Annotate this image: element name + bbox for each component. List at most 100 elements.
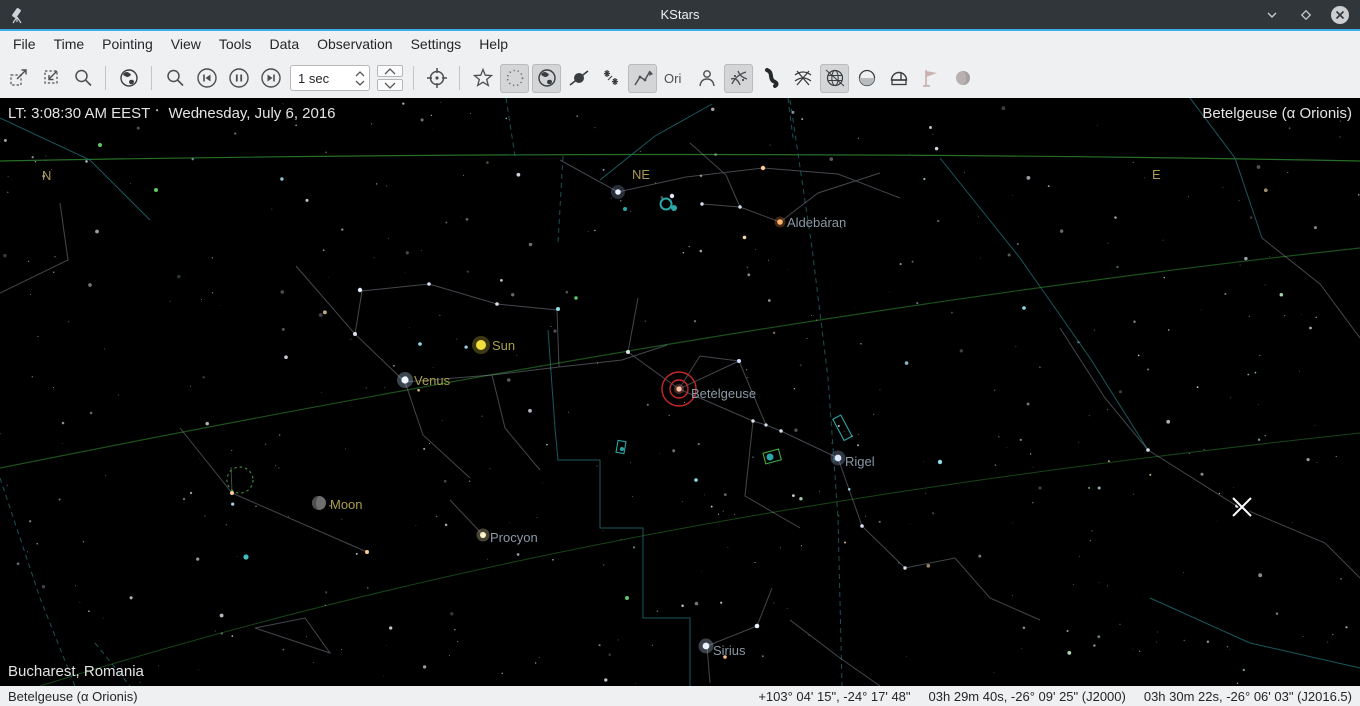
toggle-stars-button[interactable] (468, 64, 497, 93)
time-step-input[interactable] (291, 70, 343, 87)
menu-settings[interactable]: Settings (402, 31, 471, 58)
toggle-constellation-boundaries-button[interactable] (724, 64, 753, 93)
person-figure-icon (696, 67, 718, 89)
toggle-equatorial-grid-button[interactable] (788, 64, 817, 93)
location-info-box[interactable]: Bucharest, Romania (8, 663, 144, 680)
moon-label[interactable]: Moon (330, 497, 363, 512)
compass-label-e: E (1152, 167, 1161, 182)
supernovae-icon (600, 67, 622, 89)
time-step-forward-button[interactable] (256, 64, 285, 93)
zoom-out-button[interactable] (36, 64, 65, 93)
procyon-label[interactable]: Procyon (490, 530, 538, 545)
sirius-label[interactable]: Sirius (713, 643, 746, 658)
statusbar: Betelgeuse (α Orionis) +103° 04' 15", -2… (0, 686, 1360, 706)
zoom-in-button[interactable] (4, 64, 33, 93)
menu-file[interactable]: File (4, 31, 45, 58)
minimize-button[interactable] (1262, 5, 1282, 25)
toggle-deep-sky-objects-button[interactable] (500, 64, 529, 93)
toggle-constellation-art-button[interactable] (692, 64, 721, 93)
deep-sky-object-markers (227, 199, 852, 494)
menu-observation[interactable]: Observation (308, 31, 401, 58)
toggle-planets-button[interactable] (564, 64, 593, 93)
toggle-constellation-names-button[interactable]: Ori (660, 64, 689, 93)
search-icon (164, 67, 186, 89)
nebula-marker (623, 207, 627, 211)
track-object-button[interactable] (422, 64, 451, 93)
sirius-marker[interactable] (699, 639, 714, 654)
menu-pointing[interactable]: Pointing (93, 31, 162, 58)
toggle-whats-interesting-button[interactable] (884, 64, 913, 93)
constellation-lines-icon (632, 67, 654, 89)
spin-down-icon[interactable] (355, 80, 365, 86)
time-info-box[interactable]: LT: 3:08:30 AM EEST Wednesday, July 6, 2… (8, 105, 336, 122)
menu-help[interactable]: Help (470, 31, 517, 58)
status-j2000-coords: 03h 29m 40s, -26° 09' 25" (J2000) (929, 689, 1126, 704)
toggle-solar-system-button[interactable] (532, 64, 561, 93)
time-step-spinbox[interactable] (290, 65, 370, 91)
venus-marker[interactable] (397, 372, 413, 388)
sun-marker[interactable] (472, 336, 490, 354)
dso-rect-marker (833, 415, 852, 440)
time-step-backward-button[interactable] (192, 64, 221, 93)
toggle-constellation-lines-button[interactable] (628, 64, 657, 93)
titlebar[interactable]: KStars (0, 0, 1360, 29)
find-object-button[interactable] (68, 64, 97, 93)
pause-icon (227, 66, 251, 90)
nebula-marker (671, 205, 677, 211)
toggle-horizontal-grid-button[interactable] (820, 64, 849, 93)
focus-info-box[interactable]: Betelgeuse (α Orionis) (1202, 105, 1352, 122)
status-horizontal-coords: +103° 04' 15", -24° 17' 48" (758, 689, 910, 704)
main-toolbar: Ori (0, 58, 1360, 98)
sun-label[interactable]: Sun (492, 338, 515, 353)
spin-up-icon[interactable] (355, 71, 365, 77)
crosshair-target-icon (425, 66, 449, 90)
betelgeuse-label[interactable]: Betelgeuse (691, 386, 756, 401)
sky-canvas[interactable] (0, 98, 1360, 686)
time-unit-up-button[interactable] (377, 65, 403, 77)
moon-marker[interactable] (312, 496, 326, 510)
location-text: Bucharest, Romania (8, 663, 144, 680)
close-icon (1330, 5, 1350, 25)
procyon-marker[interactable] (477, 529, 490, 542)
nebula-marker (661, 199, 672, 210)
find-object-dialog-button[interactable] (160, 64, 189, 93)
time-unit-down-button[interactable] (377, 79, 403, 91)
maximize-button[interactable] (1296, 5, 1316, 25)
time-unit-buttons (377, 65, 403, 91)
menu-tools[interactable]: Tools (210, 31, 261, 58)
dso-rect-marker (616, 440, 626, 453)
close-button[interactable] (1330, 5, 1350, 25)
date-text: Wednesday, July 6, 2016 (168, 105, 335, 122)
toggle-flags-button[interactable] (916, 64, 945, 93)
compass-label-n: N (42, 168, 51, 183)
toolbar-separator (413, 66, 414, 90)
eclipse-icon (952, 67, 974, 89)
geographic-location-button[interactable] (114, 64, 143, 93)
equatorial-grid-icon (792, 67, 814, 89)
rigel-marker[interactable] (831, 451, 846, 466)
menu-data[interactable]: Data (261, 31, 309, 58)
toggle-milky-way-button[interactable] (756, 64, 785, 93)
menu-time[interactable]: Time (45, 31, 94, 58)
menu-view[interactable]: View (162, 31, 210, 58)
saturn-planet-icon (568, 67, 590, 89)
toggle-clock-button[interactable] (224, 64, 253, 93)
toolbar-separator (151, 66, 152, 90)
aldebaran-label[interactable]: Aldebaran (787, 215, 846, 230)
milky-way-icon (760, 67, 782, 89)
sky-map[interactable]: LT: 3:08:30 AM EEST Wednesday, July 6, 2… (0, 98, 1360, 686)
constellation-lines (0, 143, 1360, 686)
aldebaran-marker[interactable] (775, 217, 786, 228)
constellation-names-icon: Ori (662, 67, 688, 89)
horizon-line (0, 155, 1360, 162)
toggle-eclipses-button[interactable] (948, 64, 977, 93)
rigel-label[interactable]: Rigel (845, 454, 875, 469)
zoom-out-icon (40, 67, 62, 89)
skip-backward-icon (195, 66, 219, 90)
status-jnow-coords: 03h 30m 22s, -26° 06' 03" (J2016.5) (1144, 689, 1352, 704)
venus-label[interactable]: Venus (414, 373, 450, 388)
window-title: KStars (0, 7, 1360, 22)
toggle-supernovae-button[interactable] (596, 64, 625, 93)
toggle-horizon-button[interactable] (852, 64, 881, 93)
globe-icon (118, 67, 140, 89)
